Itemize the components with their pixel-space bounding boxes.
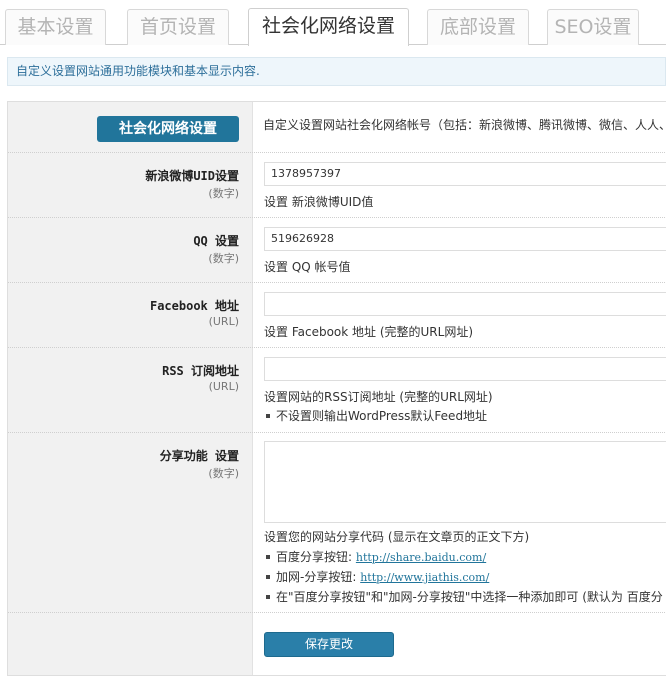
tab-home[interactable]: 首页设置: [127, 9, 229, 45]
qq-label: QQ 设置: [193, 234, 239, 248]
bullet-icon: [266, 554, 270, 559]
baidu-share-link[interactable]: http://share.baidu.com/: [356, 551, 486, 564]
section-header-row: 社会化网络设置 自定义设置网站社会化网络帐号（包括：新浪微博、腾讯微博、微信、人…: [8, 102, 666, 153]
weibo-label: 新浪微博UID设置: [145, 169, 239, 183]
tab-seo[interactable]: SEO设置: [547, 9, 639, 45]
save-button[interactable]: 保存更改: [264, 632, 394, 657]
share-sublabel: (数字): [208, 467, 239, 480]
rss-sublabel: (URL): [208, 380, 239, 393]
tab-footer[interactable]: 底部设置: [427, 9, 529, 45]
settings-form: 社会化网络设置 自定义设置网站社会化网络帐号（包括：新浪微博、腾讯微博、微信、人…: [7, 101, 666, 676]
qq-input[interactable]: 519626928: [264, 227, 666, 251]
bullet-icon: [266, 413, 270, 418]
weibo-row: 新浪微博UID设置 (数字) 1378957397 设置 新浪微博UID值: [8, 153, 666, 218]
rss-note: 不设置则输出WordPress默认Feed地址: [264, 407, 487, 424]
qq-description: 设置 QQ 帐号值: [264, 260, 351, 274]
rss-row: RSS 订阅地址 (URL) 设置网站的RSS订阅地址 (完整的URL网址) 不…: [8, 348, 666, 433]
share-code-textarea[interactable]: [264, 441, 666, 523]
facebook-row: Facebook 地址 (URL) 设置 Facebook 地址 (完整的URL…: [8, 283, 666, 348]
share-label: 分享功能 设置: [159, 449, 239, 463]
share-note-jiathis: 加网-分享按钮: http://www.jiathis.com/: [264, 568, 489, 585]
qq-row: QQ 设置 (数字) 519626928 设置 QQ 帐号值: [8, 218, 666, 283]
bullet-icon: [266, 594, 270, 599]
qq-sublabel: (数字): [208, 252, 239, 265]
share-note-baidu: 百度分享按钮: http://share.baidu.com/: [264, 548, 486, 565]
weibo-sublabel: (数字): [208, 187, 239, 200]
share-description: 设置您的网站分享代码 (显示在文章页的正文下方): [264, 530, 530, 544]
section-description: 自定义设置网站社会化网络帐号（包括：新浪微博、腾讯微博、微信、人人、: [263, 118, 666, 132]
facebook-label: Facebook 地址: [149, 299, 239, 313]
facebook-input[interactable]: [264, 292, 666, 316]
weibo-uid-input[interactable]: 1378957397: [264, 162, 666, 186]
weibo-description: 设置 新浪微博UID值: [264, 195, 374, 209]
bullet-icon: [266, 574, 270, 579]
facebook-sublabel: (URL): [208, 315, 239, 328]
rss-description: 设置网站的RSS订阅地址 (完整的URL网址): [264, 390, 493, 404]
jiathis-share-link[interactable]: http://www.jiathis.com/: [360, 571, 489, 584]
tab-social[interactable]: 社会化网络设置: [248, 8, 409, 46]
section-title-button[interactable]: 社会化网络设置: [97, 116, 239, 142]
notice-bar: 自定义设置网站通用功能模块和基本显示内容.: [7, 57, 666, 86]
facebook-description: 设置 Facebook 地址 (完整的URL网址): [264, 325, 473, 339]
rss-label: RSS 订阅地址: [162, 364, 239, 378]
tab-basic[interactable]: 基本设置: [5, 9, 106, 45]
share-row: 分享功能 设置 (数字) 设置您的网站分享代码 (显示在文章页的正文下方) 百度…: [8, 433, 666, 613]
settings-tabs: 基本设置 首页设置 社会化网络设置 底部设置 SEO设置: [0, 0, 666, 46]
share-note-choose: 在"百度分享按钮"和"加网-分享按钮"中选择一种添加即可 (默认为 百度分: [264, 588, 663, 605]
rss-input[interactable]: [264, 357, 666, 381]
